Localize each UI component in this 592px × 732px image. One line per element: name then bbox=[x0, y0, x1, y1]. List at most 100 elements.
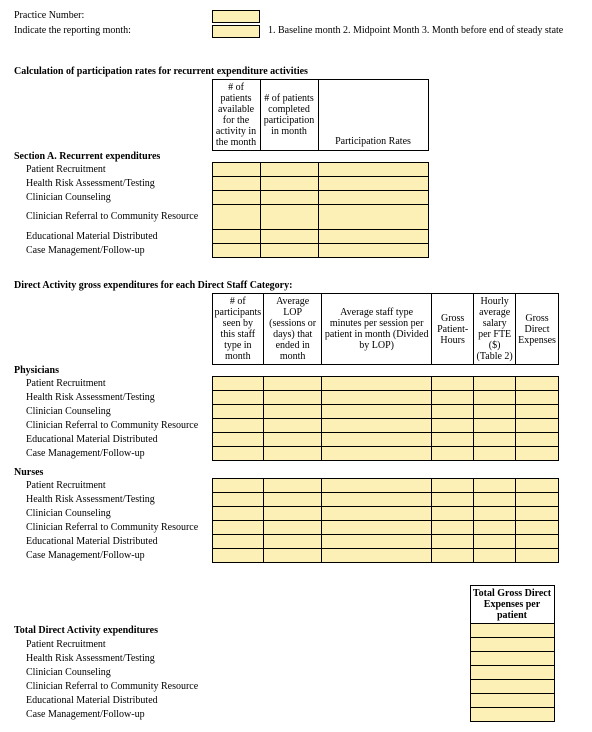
sa-cell[interactable] bbox=[212, 163, 260, 177]
d-cell[interactable] bbox=[212, 447, 264, 461]
d-cell[interactable] bbox=[474, 479, 516, 493]
d-cell[interactable] bbox=[432, 493, 474, 507]
d-cell[interactable] bbox=[212, 405, 264, 419]
direct-table: # of participants seen by this staff typ… bbox=[14, 293, 559, 563]
d-cell[interactable] bbox=[212, 419, 264, 433]
sa-cell[interactable] bbox=[318, 177, 428, 191]
d-cell[interactable] bbox=[264, 479, 322, 493]
d-cell[interactable] bbox=[474, 493, 516, 507]
d-cell[interactable] bbox=[264, 535, 322, 549]
d-cell[interactable] bbox=[322, 419, 432, 433]
sa-cell[interactable] bbox=[212, 230, 260, 244]
reporting-month-input[interactable] bbox=[212, 25, 260, 38]
d-cell[interactable] bbox=[212, 479, 264, 493]
d-cell[interactable] bbox=[432, 479, 474, 493]
d-cell[interactable] bbox=[322, 479, 432, 493]
d-cell[interactable] bbox=[474, 433, 516, 447]
t-cell[interactable] bbox=[470, 680, 554, 694]
d-cell[interactable] bbox=[474, 447, 516, 461]
d-cell[interactable] bbox=[432, 405, 474, 419]
d-cell[interactable] bbox=[474, 521, 516, 535]
d-cell[interactable] bbox=[432, 549, 474, 563]
sa-cell[interactable] bbox=[260, 230, 318, 244]
d-cell[interactable] bbox=[516, 507, 559, 521]
d-cell[interactable] bbox=[264, 391, 322, 405]
d-cell[interactable] bbox=[474, 535, 516, 549]
d-cell[interactable] bbox=[516, 493, 559, 507]
d-cell[interactable] bbox=[516, 391, 559, 405]
d-cell[interactable] bbox=[322, 493, 432, 507]
sa-cell[interactable] bbox=[260, 163, 318, 177]
sa-cell[interactable] bbox=[318, 191, 428, 205]
sa-cell[interactable] bbox=[212, 205, 260, 230]
d-cell[interactable] bbox=[322, 535, 432, 549]
sa-cell[interactable] bbox=[318, 230, 428, 244]
sa-cell[interactable] bbox=[260, 191, 318, 205]
d-cell[interactable] bbox=[212, 535, 264, 549]
d-cell[interactable] bbox=[264, 419, 322, 433]
d-cell[interactable] bbox=[212, 521, 264, 535]
d-cell[interactable] bbox=[264, 377, 322, 391]
d-cell[interactable] bbox=[322, 521, 432, 535]
d-cell[interactable] bbox=[432, 447, 474, 461]
t-cell[interactable] bbox=[470, 624, 554, 638]
t-cell[interactable] bbox=[470, 638, 554, 652]
t-cell[interactable] bbox=[470, 666, 554, 680]
d-cell[interactable] bbox=[322, 549, 432, 563]
d-cell[interactable] bbox=[264, 507, 322, 521]
d-cell[interactable] bbox=[264, 447, 322, 461]
d-cell[interactable] bbox=[516, 433, 559, 447]
d-cell[interactable] bbox=[432, 433, 474, 447]
d-cell[interactable] bbox=[474, 419, 516, 433]
d-cell[interactable] bbox=[432, 507, 474, 521]
d-cell[interactable] bbox=[516, 521, 559, 535]
d-cell[interactable] bbox=[474, 377, 516, 391]
d-cell[interactable] bbox=[516, 535, 559, 549]
d-cell[interactable] bbox=[474, 507, 516, 521]
d-cell[interactable] bbox=[432, 391, 474, 405]
practice-number-input[interactable] bbox=[212, 10, 260, 23]
d-cell[interactable] bbox=[474, 391, 516, 405]
d-cell[interactable] bbox=[322, 405, 432, 419]
t-cell[interactable] bbox=[470, 652, 554, 666]
d-cell[interactable] bbox=[516, 405, 559, 419]
d-cell[interactable] bbox=[264, 521, 322, 535]
d-cell[interactable] bbox=[516, 447, 559, 461]
d-cell[interactable] bbox=[322, 447, 432, 461]
d-cell[interactable] bbox=[212, 493, 264, 507]
d-cell[interactable] bbox=[474, 405, 516, 419]
d-cell[interactable] bbox=[212, 391, 264, 405]
d-cell[interactable] bbox=[264, 493, 322, 507]
d-cell[interactable] bbox=[264, 405, 322, 419]
d-cell[interactable] bbox=[264, 433, 322, 447]
d-cell[interactable] bbox=[516, 479, 559, 493]
d-cell[interactable] bbox=[322, 377, 432, 391]
sa-cell[interactable] bbox=[212, 191, 260, 205]
t-cell[interactable] bbox=[470, 694, 554, 708]
sa-cell[interactable] bbox=[318, 205, 428, 230]
d-cell[interactable] bbox=[474, 549, 516, 563]
sa-cell[interactable] bbox=[260, 177, 318, 191]
sa-cell[interactable] bbox=[212, 177, 260, 191]
d-cell[interactable] bbox=[432, 377, 474, 391]
d-cell[interactable] bbox=[212, 507, 264, 521]
d-cell[interactable] bbox=[264, 549, 322, 563]
sa-cell[interactable] bbox=[260, 205, 318, 230]
sa-cell[interactable] bbox=[318, 244, 428, 258]
d-cell[interactable] bbox=[516, 549, 559, 563]
sa-cell[interactable] bbox=[212, 244, 260, 258]
d-cell[interactable] bbox=[212, 549, 264, 563]
d-cell[interactable] bbox=[212, 377, 264, 391]
sa-cell[interactable] bbox=[318, 163, 428, 177]
d-cell[interactable] bbox=[432, 419, 474, 433]
d-cell[interactable] bbox=[516, 377, 559, 391]
sa-cell[interactable] bbox=[260, 244, 318, 258]
d-cell[interactable] bbox=[322, 507, 432, 521]
d-cell[interactable] bbox=[432, 521, 474, 535]
d-cell[interactable] bbox=[322, 391, 432, 405]
d-cell[interactable] bbox=[212, 433, 264, 447]
d-cell[interactable] bbox=[322, 433, 432, 447]
d-cell[interactable] bbox=[432, 535, 474, 549]
d-cell[interactable] bbox=[516, 419, 559, 433]
t-cell[interactable] bbox=[470, 708, 554, 722]
